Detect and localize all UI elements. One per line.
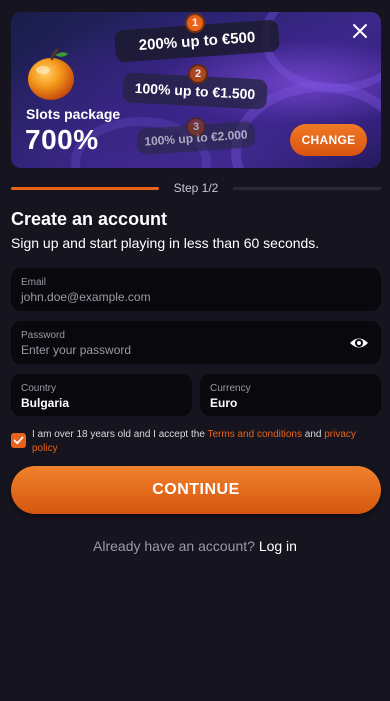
currency-label: Currency — [210, 383, 251, 394]
password-label: Password — [21, 330, 65, 341]
close-icon — [353, 24, 367, 38]
country-value: Bulgaria — [21, 396, 70, 410]
login-prompt: Already have an account? — [93, 538, 255, 554]
close-button[interactable] — [347, 18, 373, 44]
change-package-button[interactable]: CHANGE — [290, 124, 367, 156]
step-progress-remaining — [233, 187, 381, 190]
step-progress-complete — [11, 187, 159, 190]
terms-link[interactable]: Terms and conditions — [207, 429, 302, 440]
bonus-banner: Slots package 700% 200% up to €500 100% … — [11, 12, 381, 168]
continue-button[interactable]: CONTINUE — [11, 466, 381, 514]
currency-select[interactable]: Currency Euro — [200, 374, 381, 416]
page-title: Create an account — [11, 209, 168, 229]
currency-value: Euro — [210, 396, 238, 410]
terms-prefix: I am over 18 years old and I accept the — [32, 429, 208, 440]
eye-icon[interactable] — [349, 333, 369, 353]
login-row: Already have an account? Log in — [0, 538, 390, 554]
country-label: Country — [21, 383, 57, 394]
package-percent: 700% — [25, 124, 99, 155]
orange-fruit-icon — [28, 48, 74, 100]
tier-number-badge-1: 1 — [185, 13, 205, 33]
country-select[interactable]: Country Bulgaria — [11, 374, 192, 416]
email-input[interactable]: john.doe@example.com — [21, 290, 151, 304]
package-title: Slots package — [26, 106, 121, 122]
checkmark-icon — [13, 436, 24, 445]
password-field[interactable]: Password Enter your password — [11, 321, 381, 364]
page-subtitle: Sign up and start playing in less than 6… — [11, 235, 320, 251]
terms-text: I am over 18 years old and I accept the … — [32, 428, 377, 456]
step-label: Step 1/2 — [173, 181, 219, 195]
terms-checkbox[interactable] — [11, 433, 26, 448]
login-link[interactable]: Log in — [259, 538, 297, 554]
email-field[interactable]: Email john.doe@example.com — [11, 268, 381, 311]
email-label: Email — [21, 277, 47, 288]
tier-number-badge-3: 3 — [186, 117, 206, 137]
password-input[interactable]: Enter your password — [21, 343, 131, 357]
tier-number-badge-2: 2 — [188, 64, 208, 84]
terms-middle: and — [301, 429, 325, 440]
